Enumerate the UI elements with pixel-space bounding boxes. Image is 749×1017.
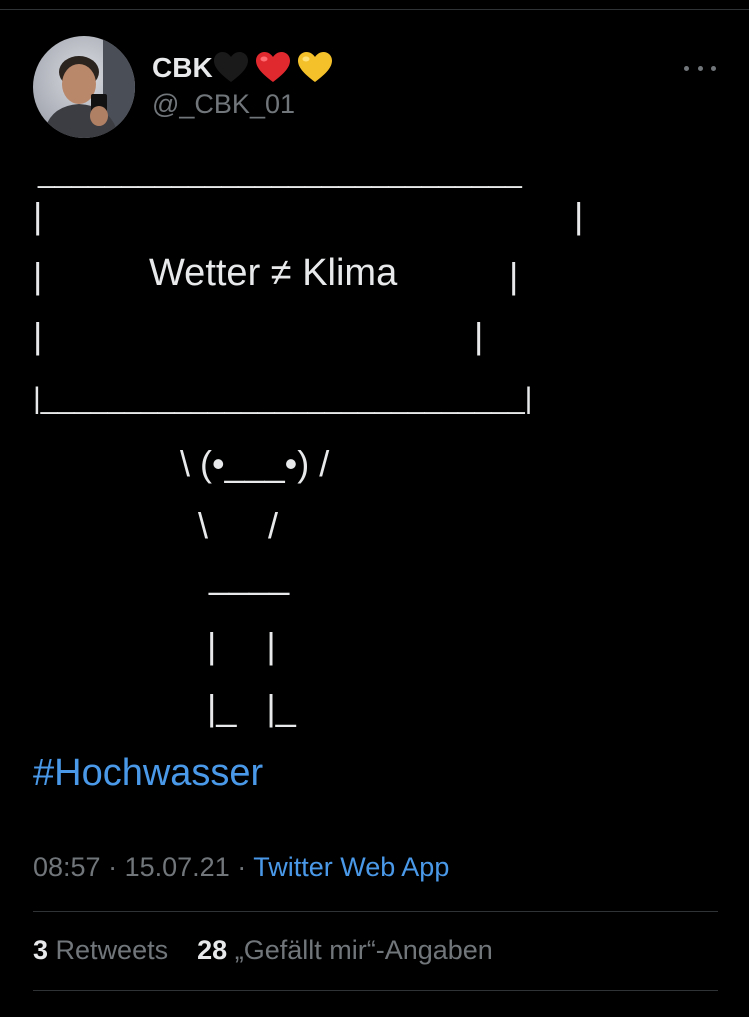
retweets-label: Retweets xyxy=(55,935,169,965)
retweets-count: 3 xyxy=(33,935,49,965)
figure-feet: |_ |_ xyxy=(207,687,296,728)
figure-legs: | | xyxy=(207,625,276,666)
retweets-stat[interactable]: 3 Retweets xyxy=(33,935,176,965)
likes-label: „Gefällt mir“-Angaben xyxy=(234,935,493,965)
sign-top-border: _____________________________ xyxy=(38,156,522,189)
divider xyxy=(33,911,718,912)
tweet-meta: 08:57 · 15.07.21 · Twitter Web App xyxy=(33,852,449,883)
sign-row3-right: | xyxy=(474,315,484,356)
tweet-source-link[interactable]: Twitter Web App xyxy=(253,852,449,882)
sign-row1-right: | xyxy=(574,195,584,236)
likes-count: 28 xyxy=(197,935,228,965)
sign-bottom-border: |_____________________________| xyxy=(33,382,533,415)
meta-separator: · xyxy=(237,852,247,882)
figure-body: \ / xyxy=(198,505,279,546)
sign-row3-left: | xyxy=(33,315,43,356)
sign-row1-left: | xyxy=(33,195,43,236)
meta-separator: · xyxy=(108,852,118,882)
figure-arms-face: \ (•___•) / xyxy=(180,443,330,484)
tweet-stats: 3 Retweets 28 „Gefällt mir“-Angaben xyxy=(33,935,493,966)
sign-row2-right: | xyxy=(509,255,519,296)
figure-waist: ____ xyxy=(209,555,290,596)
hashtag-link[interactable]: #Hochwasser xyxy=(33,752,263,795)
tweet-ascii-art: _____________________________ | | | Wett… xyxy=(0,0,749,740)
divider xyxy=(33,990,718,991)
sign-message: Wetter ≠ Klima xyxy=(149,252,398,294)
tweet-date[interactable]: 15.07.21 xyxy=(125,852,230,882)
sign-row2-left: | xyxy=(33,255,43,296)
tweet-time[interactable]: 08:57 xyxy=(33,852,101,882)
likes-stat[interactable]: 28 „Gefällt mir“-Angaben xyxy=(197,935,493,965)
